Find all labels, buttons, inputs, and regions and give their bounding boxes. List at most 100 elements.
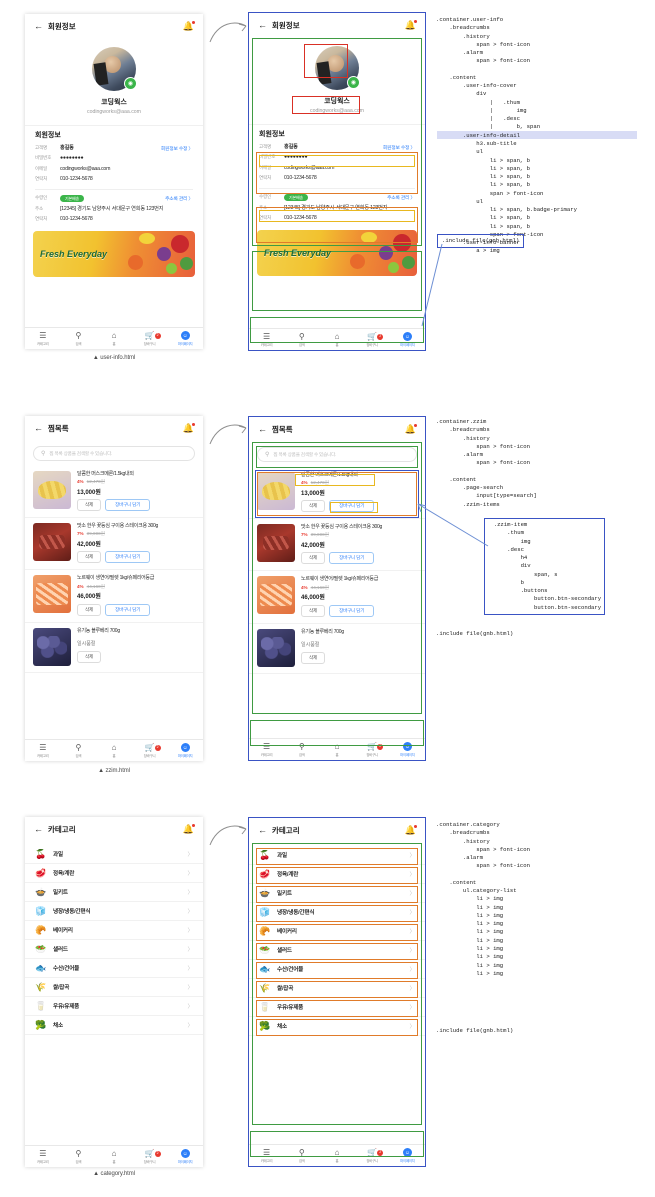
gnb-item-search[interactable]: ⚲ 검색 [61, 331, 97, 346]
delete-button[interactable]: 삭제 [77, 551, 102, 564]
gnb-item-mypage[interactable]: ☺ 마이페이지 [390, 742, 425, 757]
search-input[interactable]: ⚲ 찜 목록 상품을 검색할 수 있습니다. [33, 446, 195, 461]
product-thumb[interactable] [33, 523, 71, 562]
product-thumb[interactable] [257, 524, 295, 563]
gnb-item-mypage[interactable]: ☺ 마이페이지 [390, 332, 425, 347]
product-name[interactable]: 유기농 블루베리 700g [77, 628, 195, 635]
category-item-seafood[interactable]: 🐟 수산/건어물 〉 [249, 960, 425, 979]
add-to-cart-button[interactable]: 장바구니 담기 [105, 499, 151, 512]
category-item-milk[interactable]: 🥛 우유/유제품 〉 [25, 997, 203, 1016]
category-item-mealkit[interactable]: 🍲 밀키트 〉 [249, 884, 425, 903]
gnb-item-search[interactable]: ⚲ 검색 [284, 1148, 319, 1163]
gnb-item-mypage[interactable]: ☺ 마이페이지 [167, 331, 203, 346]
delete-button[interactable]: 삭제 [301, 500, 326, 513]
camera-icon[interactable]: ◉ [347, 76, 360, 89]
category-item-frozen[interactable]: 🧊 냉장/냉동/간편식 〉 [25, 902, 203, 921]
history[interactable]: ← 카테고리 [34, 824, 76, 835]
delete-button[interactable]: 삭제 [77, 603, 102, 616]
category-item-bakery[interactable]: 🥐 베이커리 〉 [249, 922, 425, 941]
delete-button[interactable]: 삭제 [301, 651, 326, 664]
category-item-mealkit[interactable]: 🍲 밀키트 〉 [25, 883, 203, 902]
bell-icon[interactable]: 🔔 [405, 824, 417, 835]
bell-icon[interactable]: 🔔 [183, 422, 195, 433]
category-item-vegetable[interactable]: 🥦 채소 〉 [249, 1017, 425, 1036]
gnb-item-search[interactable]: ⚲ 검색 [61, 743, 97, 758]
product-name[interactable]: 노르웨이 생연어/필렛 1kg/슈페리어등급 [301, 576, 417, 583]
back-icon[interactable]: ← [34, 21, 43, 31]
category-item-fruit[interactable]: 🍒 과일 〉 [25, 845, 203, 864]
gnb-item-home[interactable]: ⌂ 홈 [319, 1148, 354, 1163]
add-to-cart-button[interactable]: 장바구니 담기 [105, 603, 151, 616]
gnb-item-search[interactable]: ⚲ 검색 [61, 1149, 97, 1164]
category-item-rice[interactable]: 🌾 쌀/잡곡 〉 [249, 979, 425, 998]
gnb-item-home[interactable]: ⌂ 홈 [319, 332, 354, 347]
category-item-rice[interactable]: 🌾 쌀/잡곡 〉 [25, 978, 203, 997]
gnb-item-cart[interactable]: 2 🛒 장바구니 [132, 331, 168, 346]
history[interactable]: ← 찜목록 [34, 423, 69, 434]
user-info-banner[interactable]: Fresh Everyday [33, 231, 195, 278]
category-item-milk[interactable]: 🥛 우유/유제품 〉 [249, 998, 425, 1017]
gnb-item-search[interactable]: ⚲ 검색 [284, 332, 319, 347]
user-info-banner[interactable]: Fresh Everyday [257, 230, 417, 277]
search-input[interactable]: ⚲ 찜 목록 상품을 검색할 수 있습니다. [257, 447, 417, 462]
back-icon[interactable]: ← [34, 824, 43, 834]
gnb-item-search[interactable]: ⚲ 검색 [284, 742, 319, 757]
product-name[interactable]: 노르웨이 생연어/필렛 1kg/슈페리어등급 [77, 575, 195, 582]
gnb-item-mypage[interactable]: ☺ 마이페이지 [167, 1149, 203, 1164]
product-thumb[interactable] [257, 472, 295, 510]
gnb-item-category[interactable]: ☰ 카테고리 [249, 1148, 284, 1163]
edit-profile-link[interactable]: 회원정보 수정 〉 [161, 145, 193, 152]
gnb-item-cart[interactable]: 2 🛒 장바구니 [132, 743, 168, 758]
gnb-item-mypage[interactable]: ☺ 마이페이지 [390, 1148, 425, 1163]
product-thumb[interactable] [33, 471, 71, 509]
product-name[interactable]: 맛소 한우 꽃등심 구이용 스테이크용 300g [77, 523, 195, 530]
category-item-meat[interactable]: 🥩 정육/계란 〉 [249, 865, 425, 884]
gnb-item-cart[interactable]: 2 🛒 장바구니 [355, 1148, 390, 1163]
category-item-vegetable[interactable]: 🥦 채소 〉 [25, 1016, 203, 1035]
gnb-item-home[interactable]: ⌂ 홈 [96, 743, 132, 758]
product-name[interactable]: 유기농 블루베리 700g [301, 629, 417, 636]
category-item-frozen[interactable]: 🧊 냉장/냉동/간편식 〉 [249, 903, 425, 922]
gnb-item-category[interactable]: ☰ 카테고리 [25, 331, 61, 346]
delete-button[interactable]: 삭제 [301, 552, 326, 565]
add-to-cart-button[interactable]: 장바구니 담기 [329, 500, 375, 513]
product-thumb[interactable] [33, 627, 71, 666]
address-book-link[interactable]: 주소록 관리 〉 [387, 194, 415, 201]
product-name[interactable]: 달콤한 머스크메론/1.5kg내외 [301, 472, 417, 479]
category-item-salad[interactable]: 🥗 샐러드 〉 [249, 941, 425, 960]
product-thumb[interactable] [257, 628, 295, 667]
back-icon[interactable]: ← [258, 20, 267, 30]
category-item-fruit[interactable]: 🍒 과일 〉 [249, 846, 425, 865]
gnb-item-cart[interactable]: 2 🛒 장바구니 [355, 742, 390, 757]
bell-icon[interactable]: 🔔 [405, 423, 417, 434]
history[interactable]: ← 회원정보 [34, 21, 76, 32]
address-book-link[interactable]: 주소록 관리 〉 [165, 195, 193, 202]
bell-icon[interactable]: 🔔 [405, 19, 417, 30]
gnb-item-category[interactable]: ☰ 카테고리 [25, 743, 61, 758]
bell-icon[interactable]: 🔔 [183, 823, 195, 834]
product-thumb[interactable] [257, 576, 295, 615]
gnb-item-category[interactable]: ☰ 카테고리 [249, 742, 284, 757]
history[interactable]: ← 카테고리 [258, 825, 300, 836]
history[interactable]: ← 회원정보 [258, 20, 300, 31]
add-to-cart-button[interactable]: 장바구니 담기 [105, 551, 151, 564]
gnb-item-home[interactable]: ⌂ 홈 [319, 742, 354, 757]
add-to-cart-button[interactable]: 장바구니 담기 [329, 552, 375, 565]
history[interactable]: ← 찜목록 [258, 424, 293, 435]
delete-button[interactable]: 삭제 [77, 499, 102, 512]
category-item-meat[interactable]: 🥩 정육/계란 〉 [25, 864, 203, 883]
gnb-item-home[interactable]: ⌂ 홈 [96, 1149, 132, 1164]
delete-button[interactable]: 삭제 [301, 604, 326, 617]
gnb-item-cart[interactable]: 2 🛒 장바구니 [355, 332, 390, 347]
product-name[interactable]: 맛소 한우 꽃등심 구이용 스테이크용 300g [301, 524, 417, 531]
product-name[interactable]: 달콤한 머스크메론/1.5kg내외 [77, 471, 195, 478]
gnb-item-cart[interactable]: 2 🛒 장바구니 [132, 1149, 168, 1164]
gnb-item-home[interactable]: ⌂ 홈 [96, 331, 132, 346]
gnb-item-category[interactable]: ☰ 카테고리 [25, 1149, 61, 1164]
back-icon[interactable]: ← [258, 825, 267, 835]
gnb-item-category[interactable]: ☰ 카테고리 [249, 332, 284, 347]
product-thumb[interactable] [33, 575, 71, 614]
camera-icon[interactable]: ◉ [124, 77, 137, 90]
category-item-salad[interactable]: 🥗 샐러드 〉 [25, 940, 203, 959]
category-item-bakery[interactable]: 🥐 베이커리 〉 [25, 921, 203, 940]
